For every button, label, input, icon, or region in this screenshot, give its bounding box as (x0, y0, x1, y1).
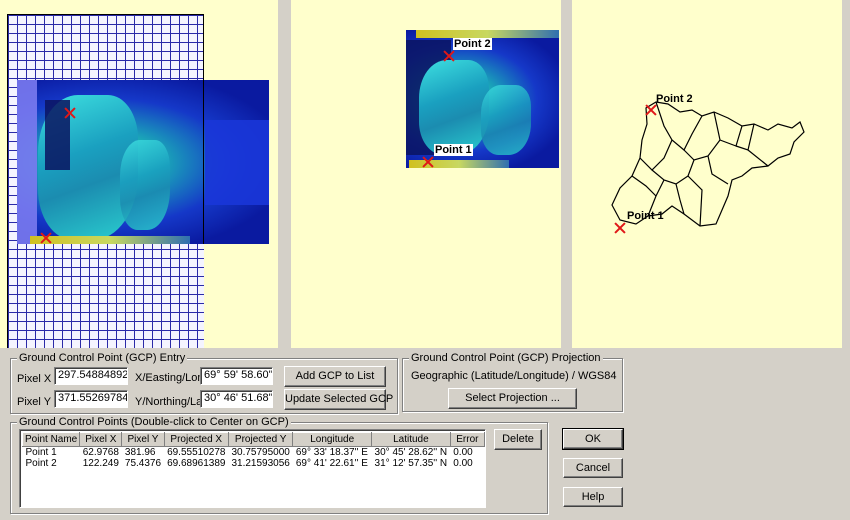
column-header[interactable]: Projected Y (227, 432, 294, 447)
table-cell: 30° 45' 28.62'' N (374, 447, 448, 458)
source-image-pane[interactable] (0, 0, 278, 348)
table-cell: Point 2 (25, 458, 57, 469)
table-cell: Point 1 (25, 447, 57, 458)
column-header[interactable]: Pixel Y (121, 432, 165, 447)
easting-field[interactable]: 69° 59' 58.60'' E (200, 367, 273, 385)
column-header[interactable]: Longitude (292, 432, 373, 447)
table-cell: 31° 12' 57.35'' N (374, 458, 448, 469)
table-cell: 0.00 (453, 447, 473, 458)
add-gcp-button[interactable]: Add GCP to List (284, 366, 386, 387)
gcp-entry-title: Ground Control Point (GCP) Entry (17, 352, 188, 364)
projection-text: Geographic (Latitude/Longitude) / WGS84 … (411, 370, 618, 382)
pixel-x-field[interactable]: 297.5488489208 (54, 367, 128, 385)
cancel-button[interactable]: Cancel (563, 458, 623, 478)
column-header[interactable]: Latitude (371, 432, 451, 447)
column-header[interactable]: Error (449, 432, 485, 447)
table-cell: 62.9768 (82, 447, 119, 458)
gcp-marker-point-2[interactable] (64, 107, 76, 119)
gcp-list-title: Ground Control Points (Double-click to C… (17, 416, 291, 428)
table-cell: 69° 41' 22.61'' E (295, 458, 368, 469)
table-cell: 69.55510278 (167, 447, 226, 458)
pixel-x-label: Pixel X (17, 373, 52, 385)
gcp-list[interactable]: Point Name Pixel X Pixel Y Projected X P… (19, 429, 486, 508)
table-cell: 75.4376 (124, 458, 162, 469)
table-cell: 30.75795000 (231, 447, 290, 458)
gcp-marker-point-2[interactable] (645, 104, 657, 116)
georeferenced-image-pane[interactable]: Point 2 Point 1 (291, 0, 561, 348)
gcp-marker-point-1[interactable] (40, 232, 52, 244)
table-cell: 0.00 (453, 458, 473, 469)
select-projection-button[interactable]: Select Projection ... (448, 388, 577, 409)
gcp-marker-point-1[interactable] (614, 222, 626, 234)
table-cell: 31.21593056 (231, 458, 290, 469)
table-cell: 69.68961389 (167, 458, 226, 469)
gcp-marker-point-1[interactable] (422, 156, 434, 168)
point-1-label: Point 1 (627, 210, 664, 222)
table-cell: 381.96 (124, 447, 156, 458)
update-gcp-button[interactable]: Update Selected GCP (284, 389, 393, 410)
vector-map-pane[interactable]: Point 2 Point 1 (572, 0, 842, 348)
table-cell: 69° 33' 18.37'' E (295, 447, 368, 458)
watershed-boundaries (611, 101, 805, 227)
pixel-y-label: Pixel Y (17, 396, 52, 408)
point-2-label: Point 2 (453, 38, 492, 50)
table-row[interactable]: Point 1 62.9768 381.96 69.55510278 30.75… (23, 447, 485, 459)
help-button[interactable]: Help (563, 487, 623, 507)
pixel-y-field[interactable]: 371.5526978417 (54, 390, 128, 408)
easting-label: X/Easting/Lon (135, 372, 204, 384)
gcp-projection-title: Ground Control Point (GCP) Projection (409, 352, 603, 364)
northing-field[interactable]: 30° 46' 51.68'' N (200, 390, 273, 408)
column-header[interactable]: Pixel X (79, 432, 123, 447)
terrain-relief (419, 60, 489, 155)
gcp-marker-point-2[interactable] (443, 50, 455, 62)
column-header[interactable]: Projected X (163, 432, 229, 447)
delete-gcp-button[interactable]: Delete (494, 429, 542, 450)
column-header[interactable]: Point Name (21, 432, 81, 447)
point-2-label: Point 2 (656, 93, 693, 105)
ok-button[interactable]: OK (562, 428, 624, 450)
point-1-label: Point 1 (434, 144, 473, 156)
table-cell: 122.249 (82, 458, 119, 469)
gcp-list-header: Point Name Pixel X Pixel Y Projected X P… (21, 432, 485, 447)
table-row[interactable]: Point 2 122.249 75.4376 69.68961389 31.2… (23, 458, 485, 469)
northing-label: Y/Northing/Lat (135, 396, 206, 408)
